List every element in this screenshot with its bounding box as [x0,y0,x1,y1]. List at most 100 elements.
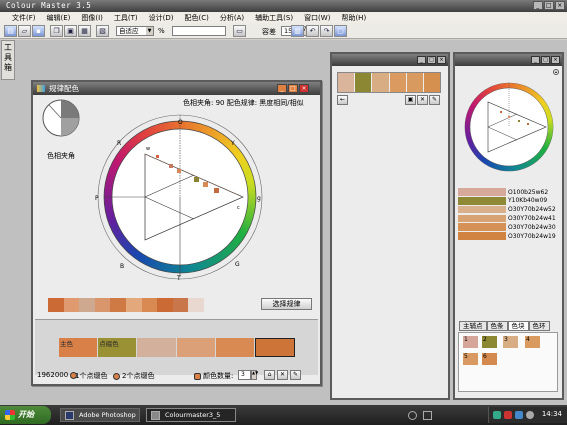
menu-analysis[interactable]: 分析(A) [220,13,244,23]
expand-icon[interactable]: ▴ [553,69,559,75]
color-code-row[interactable]: Y10Kb40w09 [458,197,556,205]
palette-swatch-main[interactable]: 主色 [59,338,98,357]
menu-window[interactable]: 窗口(W) [304,13,330,23]
tab-main-accent[interactable]: 主辅点 [459,321,487,331]
palette-swatch[interactable] [176,338,215,357]
redo-icon[interactable]: ↷ [320,25,333,37]
mini-color-wheel[interactable] [460,78,558,176]
swatch[interactable] [372,73,389,92]
volume-icon[interactable] [526,411,534,419]
color-count-spinner[interactable]: ▲▼ [251,370,258,380]
toolbox-tab[interactable]: 工具箱 [1,40,15,80]
strip-swatch[interactable] [188,298,204,312]
maximize-button[interactable]: □ [427,56,436,64]
value-input[interactable] [172,26,226,36]
minimize-button[interactable]: _ [417,56,426,64]
menu-help[interactable]: 帮助(H) [341,13,366,23]
status-icon[interactable] [493,411,501,419]
palette-swatch[interactable] [137,338,176,357]
pen-icon[interactable]: ✎ [429,95,440,105]
maximize-button[interactable]: □ [544,1,554,10]
strip-swatch[interactable] [79,298,95,312]
pen-icon[interactable]: ✎ [290,370,301,380]
menu-image[interactable]: 图像(I) [81,13,103,23]
strip-swatch[interactable] [94,298,111,312]
copy-icon[interactable]: ❐ [50,25,63,37]
back-icon[interactable]: ← [337,95,348,105]
strip-swatch[interactable] [125,298,142,312]
close-button[interactable]: × [437,56,446,64]
color-code-row[interactable]: O30Y70b24w30 [458,223,556,231]
color-code-row[interactable]: O100b25w62 [458,188,556,196]
menu-file[interactable]: 文件(F) [12,13,36,23]
palette-swatch[interactable] [215,338,254,357]
task-colourmaster[interactable]: Colourmaster3_5 [146,408,236,422]
two-accent-option[interactable]: 2个点缀色 [113,371,154,381]
strip-swatch[interactable] [63,298,80,312]
color-code-row[interactable]: O30Y70b24w41 [458,214,556,223]
color-code-row[interactable]: O30Y70b24w52 [458,205,556,214]
new-file-icon[interactable]: ▤ [4,25,17,37]
apply-icon[interactable]: ▭ [233,25,246,37]
strip-swatch[interactable] [110,298,126,312]
palette-item[interactable]: 1 [463,336,478,348]
color-wheel[interactable]: O Y g G T B P R w c [95,112,265,282]
print-icon[interactable]: ▦ [78,25,91,37]
menu-aux-tools[interactable]: 辅助工具(S) [255,13,293,23]
tab-color-block[interactable]: 色块 [507,321,529,331]
menu-design[interactable]: 设计(D) [149,13,174,23]
input-method-icon[interactable] [515,411,523,419]
paste-icon[interactable]: ▣ [64,25,77,37]
network-icon[interactable] [408,411,417,420]
tab-color-bar[interactable]: 色条 [486,321,508,331]
swatch[interactable] [423,73,441,92]
menu-edit[interactable]: 编辑(E) [47,13,71,23]
palette-icon[interactable]: ▥ [291,25,304,37]
palette-swatch-selected[interactable] [254,338,296,357]
strip-swatch[interactable] [48,298,64,312]
strip-swatch[interactable] [157,298,173,312]
palette-item[interactable]: 5 [463,353,478,365]
strip-swatch[interactable] [172,298,189,312]
swatch[interactable] [338,73,355,92]
close-button[interactable]: × [299,84,309,93]
undo-icon[interactable]: ↶ [306,25,319,37]
color-count-input[interactable]: 3 [238,370,251,380]
color-code-row[interactable]: O30Y70b24w19 [458,232,556,240]
one-accent-option[interactable]: 1个点缀色 [75,371,107,381]
close-icon[interactable]: ✕ [417,95,428,105]
palette-item[interactable]: 6 [482,353,497,365]
select-rule-button[interactable]: 选择规律 [261,298,312,310]
tab-color-ring[interactable]: 色环 [528,321,550,331]
open-folder-icon[interactable]: ▱ [18,25,31,37]
palette-item[interactable]: 3 [503,336,518,348]
palette-swatch-accent[interactable]: 点缀色 [98,338,137,357]
maximize-button[interactable]: □ [288,84,298,93]
pin-icon[interactable]: ⌂ [264,370,275,380]
menu-color[interactable]: 配色(C) [185,13,209,23]
tray-app-icon[interactable] [423,411,432,420]
window-icon[interactable]: ▢ [334,25,347,37]
frame-icon[interactable]: ▣ [405,95,416,105]
close-button[interactable]: × [555,1,565,10]
image-icon[interactable]: ▧ [96,25,109,37]
menu-tools[interactable]: 工具(T) [114,13,138,23]
strip-swatch[interactable] [141,298,158,312]
color-bar-strip[interactable] [48,298,204,312]
minimize-button[interactable]: _ [531,56,540,64]
close-button[interactable]: × [551,56,560,64]
antivirus-icon[interactable] [504,411,512,419]
minimize-button[interactable]: _ [277,84,287,93]
swatch[interactable] [355,73,372,92]
close-icon[interactable]: ✕ [277,370,288,380]
minimize-button[interactable]: _ [533,1,543,10]
palette-item[interactable]: 2 [482,336,497,348]
zoom-select[interactable]: 自适应 ▼ [116,26,154,36]
task-photoshop[interactable]: Adobe Photoshop [60,408,140,422]
swatch[interactable] [389,73,406,92]
swatch[interactable] [406,73,423,92]
palette-item[interactable]: 4 [525,336,540,348]
save-icon[interactable]: ▪ [32,25,45,37]
start-button[interactable]: 开始 [0,406,51,424]
maximize-button[interactable]: □ [541,56,550,64]
